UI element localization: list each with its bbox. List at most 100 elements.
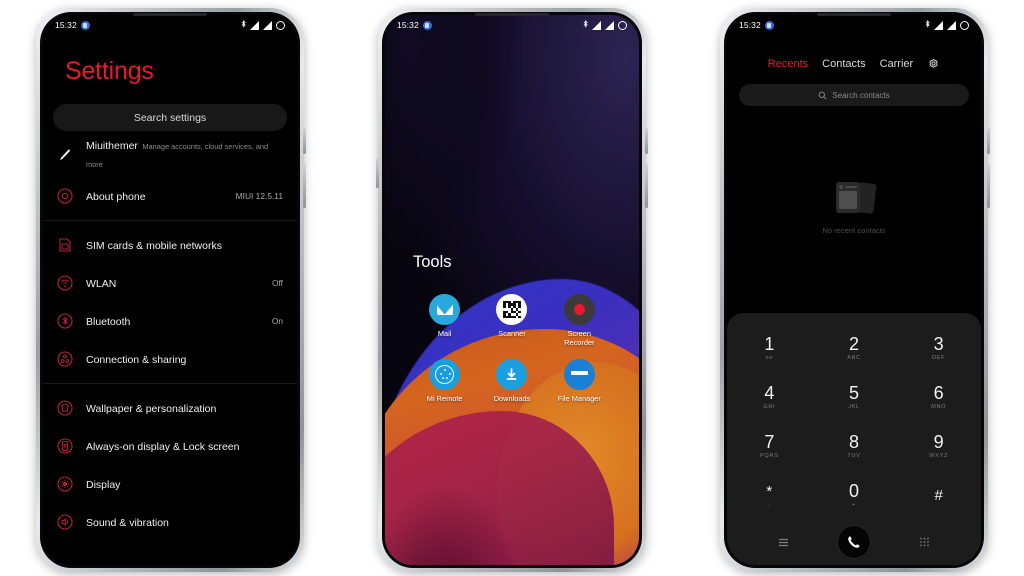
folder-icon	[563, 359, 595, 390]
tab-contacts[interactable]: Contacts	[822, 58, 865, 70]
signal-icon	[947, 20, 956, 30]
power-button[interactable]	[303, 164, 306, 208]
key-number: 3	[933, 334, 944, 354]
settings-row-bluetooth[interactable]: Bluetooth On	[43, 302, 297, 340]
sim-card-icon	[55, 235, 75, 255]
key-sublabel: ABC	[847, 355, 861, 361]
settings-row-aod-lockscreen[interactable]: Always-on display & Lock screen	[43, 427, 297, 465]
key-sublabel: oo	[765, 355, 774, 361]
call-button[interactable]	[836, 525, 871, 559]
dialpad-key-star[interactable]: *,	[727, 472, 812, 519]
app-icon-mail[interactable]: Mail	[411, 294, 478, 347]
app-icon-file-manager[interactable]: File Manager	[546, 359, 613, 403]
signal-icon	[934, 20, 943, 30]
settings-group-display: Wallpaper & personalization Always-on di…	[43, 389, 297, 541]
volume-button[interactable]	[303, 128, 306, 154]
qr-scanner-icon	[496, 294, 528, 325]
volume-button[interactable]	[987, 128, 990, 154]
bluetooth-icon	[241, 20, 246, 28]
dialpad-key-5[interactable]: 5 JKL	[812, 374, 897, 421]
settings-row-label: Always-on display & Lock screen	[86, 441, 240, 453]
bluetooth-icon	[925, 20, 930, 28]
dialpad-key-8[interactable]: 8 TUV	[812, 423, 897, 470]
dialpad-key-4[interactable]: 4 GHI	[727, 374, 812, 421]
settings-row-value: On	[271, 316, 283, 326]
key-number: 4	[764, 383, 775, 403]
key-sublabel: MNO	[931, 404, 947, 410]
key-number: 8	[848, 432, 859, 452]
app-icon-scanner[interactable]: Scanner	[478, 294, 545, 347]
assistant-button[interactable]	[376, 158, 379, 188]
gear-icon[interactable]	[927, 57, 940, 70]
dialpad-key-0[interactable]: 0 +	[812, 472, 897, 519]
status-time: 15:32	[397, 20, 419, 30]
status-bar: 15:32	[385, 15, 639, 35]
phone2-screen: 15:32 Tools Mail Scanner Screen Recorder…	[385, 15, 639, 565]
key-number: 0	[848, 481, 859, 501]
dialpad-key-7[interactable]: 7 PQRS	[727, 423, 812, 470]
dialpad-key-9[interactable]: 9 WXYZ	[896, 423, 981, 470]
power-button[interactable]	[645, 164, 648, 208]
info-circle-icon	[55, 186, 75, 206]
volume-button[interactable]	[645, 128, 648, 154]
app-icon-mi-remote[interactable]: Mi Remote	[411, 359, 478, 403]
key-number: *	[766, 483, 773, 500]
dialpad-key-1[interactable]: 1 oo	[727, 325, 812, 372]
settings-row-miuithemer[interactable]: Miuithemer Manage accounts, cloud servic…	[43, 131, 297, 177]
settings-divider	[43, 383, 297, 384]
search-settings-input[interactable]: Search settings	[53, 104, 287, 131]
bluetooth-icon	[583, 20, 588, 28]
tab-recents[interactable]: Recents	[768, 58, 808, 70]
settings-row-about-phone[interactable]: About phone MIUI 12.5.11	[43, 177, 297, 215]
settings-row-label: SIM cards & mobile networks	[86, 240, 222, 252]
app-icon-downloads[interactable]: Downloads	[478, 359, 545, 403]
battery-icon	[276, 20, 285, 30]
key-sublabel: ,	[768, 502, 771, 508]
key-sublabel: GHI	[763, 404, 776, 410]
settings-row-label: Bluetooth	[86, 316, 131, 328]
key-number: 9	[933, 432, 944, 452]
settings-row-label: WLAN	[86, 278, 117, 290]
settings-row-sim-cards[interactable]: SIM cards & mobile networks	[43, 226, 297, 264]
settings-group-account: Miuithemer Manage accounts, cloud servic…	[43, 131, 297, 215]
folder-title: Tools	[413, 253, 452, 271]
key-number: #	[934, 486, 943, 504]
settings-row-wallpaper[interactable]: Wallpaper & personalization	[43, 389, 297, 427]
settings-row-label: Sound & vibration	[86, 517, 169, 529]
app-icon-screen-recorder[interactable]: Screen Recorder	[546, 294, 613, 347]
settings-row-label: Display	[86, 479, 121, 491]
settings-row-wlan[interactable]: WLAN Off	[43, 264, 297, 302]
battery-icon	[618, 20, 627, 30]
status-bar: 15:32	[43, 15, 297, 35]
dialpad-key-hash[interactable]: #	[896, 472, 981, 519]
app-label: Mail	[437, 329, 452, 338]
settings-row-sound-vibration[interactable]: Sound & vibration	[43, 503, 297, 541]
settings-row-connection-sharing[interactable]: Connection & sharing	[43, 340, 297, 378]
remote-icon	[429, 359, 461, 390]
empty-state-text: No recent contacts	[822, 225, 886, 235]
brush-icon	[55, 144, 75, 164]
search-contacts-input[interactable]: Search contacts	[739, 84, 969, 106]
notification-dot-icon	[80, 20, 90, 30]
power-button[interactable]	[987, 164, 990, 208]
brightness-icon	[55, 474, 75, 494]
screenshot-stage: 15:32 Settings Search settings Miuitheme…	[0, 0, 1024, 576]
phone3-screen: 15:32 Recents Contacts Carrier Search co…	[727, 15, 981, 565]
keypad-icon[interactable]	[918, 536, 931, 549]
dialpad-key-2[interactable]: 2 ABC	[812, 325, 897, 372]
settings-row-display[interactable]: Display	[43, 465, 297, 503]
settings-phone: 15:32 Settings Search settings Miuitheme…	[36, 8, 306, 572]
tab-carrier[interactable]: Carrier	[880, 58, 914, 70]
dialpad-key-6[interactable]: 6 MNO	[896, 374, 981, 421]
key-sublabel: +	[852, 502, 856, 508]
search-settings-placeholder: Search settings	[133, 111, 207, 124]
key-sublabel: WXYZ	[929, 453, 949, 459]
signal-icon	[250, 20, 259, 30]
app-label: Screen Recorder	[564, 329, 595, 347]
menu-icon[interactable]	[777, 536, 790, 549]
signal-icon	[592, 20, 601, 30]
settings-divider	[43, 220, 297, 221]
key-number: 1	[764, 334, 775, 354]
dialpad-key-3[interactable]: 3 DEF	[896, 325, 981, 372]
shirt-icon	[55, 398, 75, 418]
